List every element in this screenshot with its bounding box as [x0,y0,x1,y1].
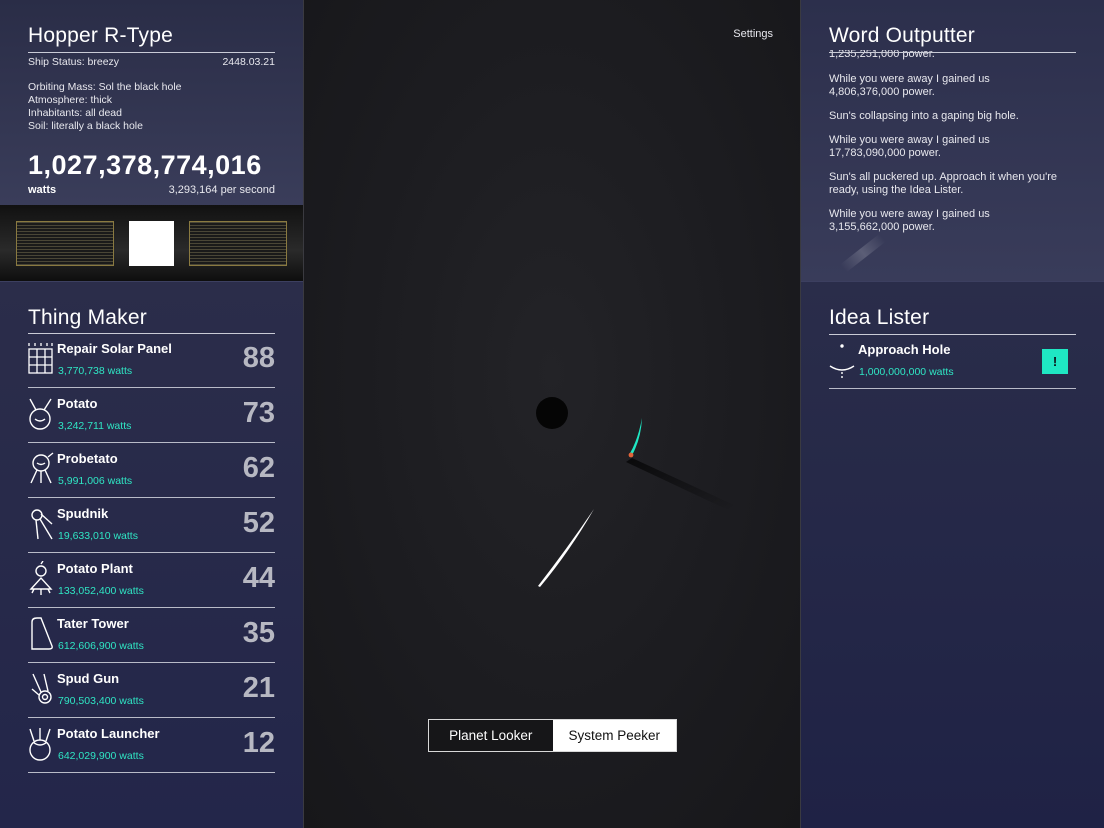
potato-icon [29,398,52,430]
thing-cost: 790,503,400 watts [58,695,144,707]
thing-row-spudnik[interactable]: Spudnik 19,633,010 watts 52 [28,498,275,553]
thing-cost: 19,633,010 watts [58,530,138,542]
thing-count: 44 [242,562,275,594]
view-toggle: Planet Looker System Peeker [428,719,677,752]
ship-date: 2448.03.21 [222,56,275,68]
thing-count: 21 [242,672,275,704]
thing-name: Probetato [57,451,118,466]
thing-cost: 3,770,738 watts [58,365,133,377]
thing-row-potato[interactable]: Potato 3,242,711 watts 73 [28,388,275,443]
thing-count: 73 [242,397,275,429]
log-line-cut: 1,235,251,000 power. [829,48,935,60]
word-outputter-panel: 1,235,251,000 power. Word Outputter Whil… [801,0,1104,281]
thing-row-potato-plant[interactable]: Potato Plant 133,052,400 watts 44 [28,553,275,608]
ship-title: Hopper R-Type [28,24,173,47]
idea-lister-panel: Idea Lister Approach Hole 1,000,000,000 … [801,281,1104,828]
thing-name: Spudnik [57,506,109,521]
black-hole[interactable] [536,397,568,429]
thing-count: 12 [242,727,275,759]
potato-plant-icon [29,561,53,595]
ship-shadow-trail [626,458,734,510]
thing-name: Spud Gun [57,671,120,686]
idea-row-approach-hole[interactable]: Approach Hole 1,000,000,000 watts ! [829,334,1076,389]
comet-streak [538,509,594,587]
planet-info-line: Atmosphere: thick [28,94,113,106]
thing-list: Repair Solar Panel 3,770,738 watts 88 Po… [28,333,275,773]
generator-strip [0,205,303,281]
thing-name: Potato [57,396,98,411]
system-view: Settings Planet Looker System Peeker [303,0,801,828]
ship-orbit-arc [629,418,642,457]
thing-row-probetato[interactable]: Probetato 5,991,006 watts 62 [28,443,275,498]
thing-name: Tater Tower [57,616,129,631]
log-message: While you were away I gained us 17,783,0… [829,134,990,159]
thing-maker-title: Thing Maker [28,306,147,329]
planet-info: Orbiting Mass: Sol the black hole Atmosp… [28,81,182,133]
ship-panel: Hopper R-Type Ship Status: breezy 2448.0… [0,0,303,205]
divider [28,52,275,53]
thing-count: 62 [242,452,275,484]
ship-marker[interactable] [628,452,634,458]
log-message: Sun's collapsing into a gaping big hole. [829,110,1019,122]
idea-name: Approach Hole [858,342,951,357]
watts-per-second: 3,293,164 per second [168,184,275,196]
probetato-icon [30,452,54,484]
thing-cost: 642,029,900 watts [58,750,144,762]
potato-launcher-icon [29,728,51,761]
thing-count: 35 [242,617,275,649]
thing-cost: 3,242,711 watts [58,420,132,432]
thing-row-repair-solar-panel[interactable]: Repair Solar Panel 3,770,738 watts 88 [28,333,275,388]
message-log: While you were away I gained us 4,806,37… [829,73,1059,245]
ship-status: Ship Status: breezy [28,56,120,68]
system-canvas [536,397,734,587]
thing-cost: 133,052,400 watts [58,585,144,597]
planet-info-line: Inhabitants: all dead [28,107,122,119]
log-message: While you were away I gained us 4,806,37… [829,73,990,98]
idea-cost: 1,000,000,000 watts [859,366,954,378]
idea-lister-title: Idea Lister [829,306,930,329]
thing-name: Potato Launcher [57,726,160,741]
thing-name: Potato Plant [57,561,133,576]
thing-cost: 612,606,900 watts [58,640,144,652]
divider [829,52,1076,53]
power-core-button[interactable] [129,221,174,266]
approach-hole-button[interactable]: ! [1042,349,1068,374]
planet-looker-button[interactable]: Planet Looker [429,720,553,751]
thing-count: 52 [242,507,275,539]
solar-panel-left [16,221,114,266]
thing-row-spud-gun[interactable]: Spud Gun 790,503,400 watts 21 [28,663,275,718]
spud-gun-icon [31,673,52,704]
approach-hole-icon [829,344,855,378]
solar-panel-icon [28,343,53,374]
solar-panel-right [189,221,287,266]
system-peeker-button[interactable]: System Peeker [552,720,676,751]
planet-info-line: Orbiting Mass: Sol the black hole [28,81,182,93]
watts-unit: watts [28,184,57,196]
spudnik-icon [31,509,53,540]
thing-row-tater-tower[interactable]: Tater Tower 612,606,900 watts 35 [28,608,275,663]
thing-row-potato-launcher[interactable]: Potato Launcher 642,029,900 watts 12 [28,718,275,773]
log-message: Sun's all puckered up. Approach it when … [829,171,1058,196]
tater-tower-icon [31,617,53,650]
planet-info-line: Soil: literally a black hole [28,120,143,132]
log-message: While you were away I gained us 3,155,66… [829,208,990,233]
word-outputter-title: Word Outputter [829,24,975,47]
thing-cost: 5,991,006 watts [58,475,133,487]
thing-count: 88 [242,342,275,374]
total-watts: 1,027,378,774,016 [28,150,262,180]
thing-name: Repair Solar Panel [57,341,172,356]
